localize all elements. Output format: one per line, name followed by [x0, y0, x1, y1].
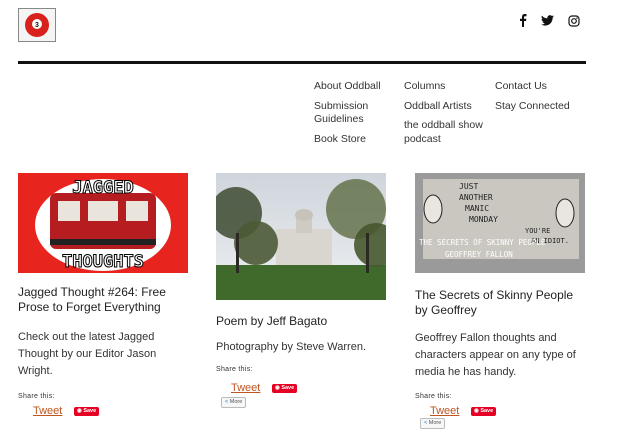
site-logo[interactable]: 3 [18, 8, 56, 42]
svg-text:THOUGHTS: THOUGHTS [62, 252, 144, 272]
nav-book-store[interactable]: Book Store [314, 133, 399, 147]
nav-contact-us[interactable]: Contact Us [495, 80, 585, 94]
svg-text:ANOTHER: ANOTHER [459, 193, 493, 202]
pinterest-save-button[interactable]: ◉ Save [272, 384, 298, 393]
share-label: Share this: [216, 366, 253, 373]
post-card-3: JUST ANOTHER MANIC MONDAY YOU'RE AN IDIO… [415, 173, 585, 400]
facebook-icon[interactable] [519, 14, 527, 27]
billiard-ball-icon: 3 [25, 13, 49, 37]
svg-text:3: 3 [35, 22, 39, 29]
nav-oddball-artists[interactable]: Oddball Artists [404, 100, 489, 114]
svg-text:THE SECRETS OF SKINNY PEOPLE: THE SECRETS OF SKINNY PEOPLE [419, 238, 546, 247]
capitol-photo[interactable] [210, 173, 398, 300]
svg-text:JUST: JUST [459, 182, 478, 191]
pinterest-save-button[interactable]: ◉ Save [471, 407, 497, 416]
post-title[interactable]: Jagged Thought #264: Free Prose to Forge… [18, 285, 188, 315]
post-excerpt: Geoffrey Fallon thoughts and characters … [415, 332, 576, 378]
nav-columns[interactable]: Columns [404, 80, 489, 94]
svg-text:GEOFFREY FALLON: GEOFFREY FALLON [445, 250, 513, 259]
tweet-button[interactable]: Tweet [430, 405, 459, 417]
nav-about[interactable]: About Oddball [314, 80, 399, 94]
svg-text:MONDAY: MONDAY [469, 215, 498, 224]
post-excerpt: Photography by Steve Warren. [216, 341, 367, 353]
share-label: Share this: [18, 393, 55, 400]
share-label: Share this: [415, 393, 452, 400]
skinny-people-image[interactable]: JUST ANOTHER MANIC MONDAY YOU'RE AN IDIO… [415, 173, 585, 273]
svg-text:JAGGED: JAGGED [72, 178, 133, 198]
share-more-button[interactable]: < More [221, 397, 247, 408]
svg-text:MANIC: MANIC [465, 204, 489, 213]
nav-stay-connected[interactable]: Stay Connected [495, 100, 585, 114]
header-divider [18, 61, 586, 64]
post-card-2: Poem by Jeff Bagato Photography by Steve… [210, 173, 398, 373]
post-title[interactable]: Poem by Jeff Bagato [216, 314, 386, 329]
nav-podcast[interactable]: the oddball show podcast [404, 119, 489, 146]
nav-submission-guidelines[interactable]: Submission Guidelines [314, 100, 399, 127]
twitter-icon[interactable] [541, 15, 554, 26]
instagram-icon[interactable] [568, 14, 580, 27]
jagged-thoughts-image[interactable]: JAGGED THOUGHTS [18, 173, 188, 273]
svg-text:YOU'RE: YOU'RE [525, 227, 550, 235]
post-title[interactable]: The Secrets of Skinny People by Geoffrey [415, 288, 585, 318]
post-excerpt: Check out the latest Jagged Thought by o… [18, 331, 157, 377]
tweet-button[interactable]: Tweet [231, 382, 260, 394]
tweet-button[interactable]: Tweet [33, 405, 62, 417]
social-links [519, 14, 580, 27]
post-card-1: JAGGED THOUGHTS Jagged Thought #264: Fre… [18, 173, 188, 400]
pinterest-save-button[interactable]: ◉ Save [74, 407, 100, 416]
